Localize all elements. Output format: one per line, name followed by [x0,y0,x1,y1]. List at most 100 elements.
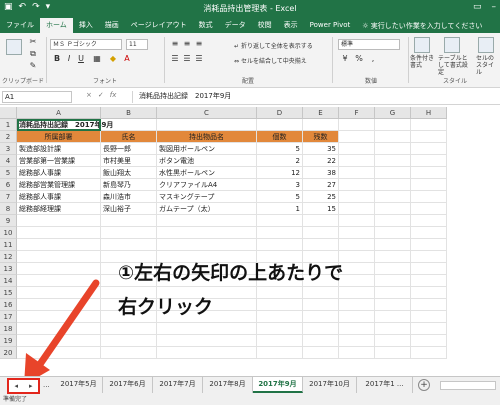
sheet-tab[interactable]: 2017年8月 [203,377,253,393]
empty-cell[interactable] [375,287,411,299]
empty-cell[interactable] [411,215,447,227]
tab-power-pivot[interactable]: Power Pivot [304,18,357,33]
column-header[interactable]: H [411,107,447,119]
format-painter-icon[interactable]: ✎ [28,61,38,71]
empty-cell[interactable] [411,263,447,275]
align-bottom-icon[interactable]: ≡ [194,39,204,49]
row-header[interactable]: 6 [0,179,17,191]
fx-icon[interactable]: fx [110,91,117,99]
empty-cell[interactable] [17,263,101,275]
empty-cell[interactable] [339,119,375,131]
column-header[interactable]: C [157,107,257,119]
empty-cell[interactable] [257,119,303,131]
header-cell[interactable]: 氏名 [101,131,157,143]
row-header[interactable]: 3 [0,143,17,155]
percent-icon[interactable]: % [354,54,364,64]
empty-cell[interactable] [375,131,411,143]
row-header[interactable]: 10 [0,227,17,239]
empty-cell[interactable] [411,191,447,203]
empty-cell[interactable] [17,251,101,263]
empty-cell[interactable] [157,323,257,335]
tab-page-layout[interactable]: ページレイアウト [125,18,193,33]
header-cell[interactable]: 所属部署 [17,131,101,143]
empty-cell[interactable] [411,119,447,131]
empty-cell[interactable] [375,227,411,239]
table-cell[interactable]: ガムテープ（太） [157,203,257,215]
header-cell[interactable]: 残数 [303,131,339,143]
tell-me-box[interactable]: ☼ 実行したい作業を入力してください [362,19,482,33]
select-all-corner[interactable] [0,107,17,119]
row-header[interactable]: 13 [0,263,17,275]
empty-cell[interactable] [375,311,411,323]
font-size-select[interactable]: 11 [126,39,148,50]
empty-cell[interactable] [375,299,411,311]
empty-cell[interactable] [375,215,411,227]
enter-icon[interactable]: ✓ [98,91,104,99]
row-header[interactable]: 16 [0,299,17,311]
cell-style-label[interactable]: セルのスタイル [476,55,498,76]
empty-cell[interactable] [339,323,375,335]
empty-cell[interactable] [17,299,101,311]
empty-cell[interactable] [339,263,375,275]
empty-cell[interactable] [257,323,303,335]
empty-cell[interactable] [411,203,447,215]
sheet-tab[interactable]: 2017年7月 [153,377,203,393]
row-header[interactable]: 1 [0,119,17,131]
sheet-prev-icon[interactable]: ◂ [14,382,18,390]
table-cell[interactable]: クリアファイルA4 [157,179,257,191]
empty-cell[interactable] [257,335,303,347]
tab-view[interactable]: 表示 [278,18,304,33]
empty-cell[interactable] [411,179,447,191]
empty-cell[interactable] [17,239,101,251]
table-cell[interactable]: マスキングテープ [157,191,257,203]
empty-cell[interactable] [17,287,101,299]
empty-cell[interactable] [257,347,303,359]
empty-cell[interactable] [303,323,339,335]
empty-cell[interactable] [375,323,411,335]
bold-icon[interactable]: B [52,54,62,64]
empty-cell[interactable] [411,311,447,323]
empty-cell[interactable] [257,299,303,311]
table-cell[interactable]: 3 [257,179,303,191]
empty-cell[interactable] [303,299,339,311]
tab-formulas[interactable]: 数式 [193,18,219,33]
sheet-tab-active[interactable]: 2017年9月 [253,377,303,393]
cut-icon[interactable]: ✂ [28,37,38,47]
empty-cell[interactable] [339,347,375,359]
table-cell[interactable]: 水性黒ボールペン [157,167,257,179]
table-cell[interactable]: 38 [303,167,339,179]
merge-center-button[interactable]: ⇔ セルを結合して中央揃え [234,56,307,65]
empty-cell[interactable] [303,239,339,251]
column-header[interactable]: G [375,107,411,119]
empty-cell[interactable] [339,275,375,287]
table-cell[interactable]: 総務部人事課 [17,167,101,179]
tab-review[interactable]: 校閲 [252,18,278,33]
empty-cell[interactable] [157,239,257,251]
empty-cell[interactable] [339,251,375,263]
empty-cell[interactable] [101,239,157,251]
row-header[interactable]: 8 [0,203,17,215]
cancel-icon[interactable]: × [86,91,92,99]
row-header[interactable]: 12 [0,251,17,263]
empty-cell[interactable] [375,239,411,251]
number-format-select[interactable]: 標準 [338,39,400,50]
sheet-ellipsis[interactable]: ... [43,381,50,389]
align-right-icon[interactable]: ☰ [194,54,204,64]
table-cell[interactable]: 27 [303,179,339,191]
empty-cell[interactable] [375,143,411,155]
table-cell[interactable]: 営業部第一営業課 [17,155,101,167]
empty-cell[interactable] [303,335,339,347]
empty-cell[interactable] [17,215,101,227]
sheet-tab[interactable]: 2017年1 ... [357,377,413,393]
empty-cell[interactable] [17,311,101,323]
empty-cell[interactable] [411,347,447,359]
table-cell[interactable]: 総務部営業管理課 [17,179,101,191]
table-cell[interactable]: 長野一郎 [101,143,157,155]
align-center-icon[interactable]: ☰ [182,54,192,64]
table-cell[interactable]: 12 [257,167,303,179]
name-box[interactable]: A1 [2,91,72,103]
empty-cell[interactable] [375,275,411,287]
empty-cell[interactable] [339,239,375,251]
table-cell[interactable]: 総務部人事課 [17,191,101,203]
empty-cell[interactable] [411,239,447,251]
